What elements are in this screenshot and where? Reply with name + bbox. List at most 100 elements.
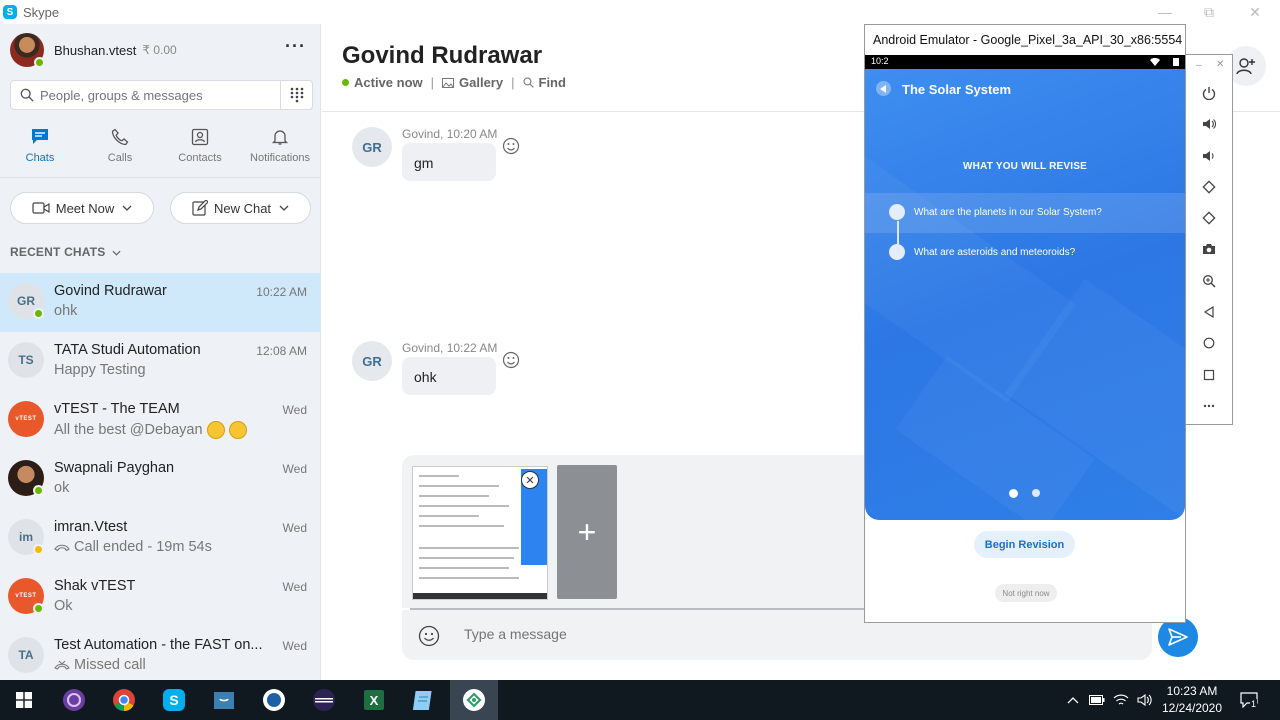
screenshot-button[interactable] — [1199, 239, 1219, 259]
maximize-icon[interactable]: ⧉ — [1186, 0, 1232, 24]
chat-item-imran[interactable]: im imran.Vtest Wed Call ended - 19m 54s — [0, 509, 321, 568]
chat-name: TATA Studi Automation — [54, 342, 201, 358]
chat-item-vtest-team[interactable]: vTEST vTEST - The TEAM Wed All the best … — [0, 391, 321, 450]
chat-time: Wed — [282, 639, 307, 653]
message-bubble[interactable]: gm — [402, 143, 496, 181]
thumbnail-detail — [419, 525, 504, 527]
conversation-subheader: Active now | Gallery | Find — [342, 75, 566, 90]
message-input[interactable] — [464, 626, 864, 642]
step-connector — [897, 221, 899, 251]
chat-item-shak[interactable]: vTEST Shak vTEST Wed Ok — [0, 568, 321, 627]
meet-now-label: Meet Now — [55, 200, 115, 216]
compose-icon — [192, 200, 208, 216]
show-hidden-icons[interactable] — [1064, 691, 1082, 709]
recent-chats-heading[interactable]: RECENT CHATS — [10, 245, 121, 259]
taskbar-app-purple[interactable] — [50, 680, 98, 720]
power-button[interactable] — [1199, 83, 1219, 103]
more-options-button[interactable] — [1199, 396, 1219, 416]
emoji-icon[interactable] — [418, 625, 440, 647]
gallery-link[interactable]: Gallery — [459, 75, 503, 90]
tab-notifications[interactable]: Notifications — [240, 128, 320, 176]
taskbar-skype[interactable]: S — [150, 680, 198, 720]
thumbnail-detail — [419, 495, 489, 497]
chat-preview-text: All the best @Debayan — [54, 421, 203, 438]
chat-item-tata-studi[interactable]: TS TATA Studi Automation 12:08 AM Happy … — [0, 332, 321, 391]
avatar[interactable]: GR — [352, 341, 392, 381]
network-tray[interactable] — [1112, 691, 1130, 709]
battery-tray[interactable] — [1088, 691, 1106, 709]
eclipse-app-icon — [63, 689, 85, 711]
add-attachment-button[interactable]: + — [557, 465, 617, 599]
add-reaction-icon[interactable] — [502, 137, 520, 155]
nav-home-button[interactable] — [1199, 333, 1219, 353]
chat-name: imran.Vtest — [54, 519, 128, 535]
profile-header[interactable]: Bhushan.vtest ₹ 0.00 ··· — [10, 32, 310, 68]
nav-back-button[interactable] — [1199, 302, 1219, 322]
battery-icon — [1173, 58, 1179, 66]
remove-attachment-button[interactable]: ✕ — [521, 471, 539, 489]
action-center-button[interactable]: 1 — [1238, 691, 1260, 709]
not-now-button[interactable]: Not right now — [995, 584, 1057, 602]
taskbar-app-eclipse[interactable] — [300, 680, 348, 720]
tab-calls[interactable]: Calls — [80, 128, 160, 176]
revision-item[interactable]: What are asteroids and meteoroids? — [865, 233, 1185, 273]
nav-overview-button[interactable] — [1199, 365, 1219, 385]
add-reaction-icon[interactable] — [502, 351, 520, 369]
new-chat-button[interactable]: New Chat — [170, 192, 311, 224]
chat-item-govind[interactable]: GR Govind Rudrawar 10:22 AM ohk — [0, 273, 321, 332]
zoom-button[interactable] — [1199, 271, 1219, 291]
avatar: vTEST — [8, 401, 44, 437]
rotate-right-button[interactable] — [1199, 208, 1219, 228]
round-app-icon — [263, 689, 285, 711]
avatar: TA — [8, 637, 44, 673]
dialpad-button[interactable] — [280, 80, 313, 110]
chat-time: 10:22 AM — [256, 285, 307, 299]
chat-item-swapnali[interactable]: Swapnali Payghan Wed ok — [0, 450, 321, 509]
emulator-screen[interactable]: The Solar System WHAT YOU WILL REVISE Wh… — [865, 69, 1185, 520]
taskbar-app-blue[interactable] — [200, 680, 248, 720]
skype-logo-icon: S — [3, 5, 17, 19]
chat-item-test-automation[interactable]: TA Test Automation - the FAST on... Wed … — [0, 627, 321, 686]
minimize-icon[interactable]: — — [1142, 0, 1188, 24]
tab-chats[interactable]: Chats — [0, 128, 80, 176]
profile-name: Bhushan.vtest — [54, 42, 137, 58]
taskbar-chrome[interactable] — [100, 680, 148, 720]
send-button[interactable] — [1158, 617, 1198, 657]
page-indicator-active[interactable] — [1009, 489, 1018, 498]
search-input[interactable] — [40, 87, 260, 103]
taskbar-clock[interactable]: 10:23 AM 12/24/2020 — [1152, 683, 1232, 717]
conversation-title[interactable]: Govind Rudrawar — [342, 42, 542, 70]
taskbar-app-round[interactable] — [250, 680, 298, 720]
find-link[interactable]: Find — [539, 75, 566, 90]
message-bubble[interactable]: ohk — [402, 357, 496, 395]
avatar[interactable]: GR — [352, 127, 392, 167]
emulator-close-icon[interactable]: ✕ — [1216, 59, 1224, 70]
back-button[interactable] — [876, 81, 891, 96]
separator: | — [430, 75, 435, 90]
more-options-icon[interactable]: ··· — [285, 36, 306, 57]
begin-revision-button[interactable]: Begin Revision — [974, 531, 1075, 558]
emulator-minimize-icon[interactable]: – — [1196, 60, 1202, 71]
thumbnail-detail — [419, 475, 459, 477]
volume-up-button[interactable] — [1199, 114, 1219, 134]
missed-call-icon — [54, 660, 70, 670]
volume-down-button[interactable] — [1199, 146, 1219, 166]
chat-preview: Happy Testing — [54, 362, 146, 378]
wifi-icon — [1150, 58, 1160, 66]
search-box[interactable] — [10, 80, 281, 110]
rotate-left-button[interactable] — [1199, 177, 1219, 197]
tab-contacts[interactable]: Contacts — [160, 128, 240, 176]
avatar[interactable] — [10, 33, 45, 68]
meet-now-button[interactable]: Meet Now — [10, 192, 154, 224]
revision-item[interactable]: What are the planets in our Solar System… — [865, 193, 1185, 233]
page-indicator[interactable] — [1032, 489, 1040, 497]
taskbar-emulator[interactable] — [450, 680, 498, 720]
start-button[interactable] — [0, 680, 48, 720]
chat-name: Shak vTEST — [54, 578, 136, 594]
close-icon[interactable]: ✕ — [1232, 0, 1278, 24]
taskbar-excel[interactable]: X — [350, 680, 398, 720]
taskbar-notepad[interactable] — [400, 680, 448, 720]
android-studio-icon — [463, 689, 485, 711]
more-options-icon — [1203, 404, 1215, 408]
volume-up-icon — [1203, 119, 1216, 129]
